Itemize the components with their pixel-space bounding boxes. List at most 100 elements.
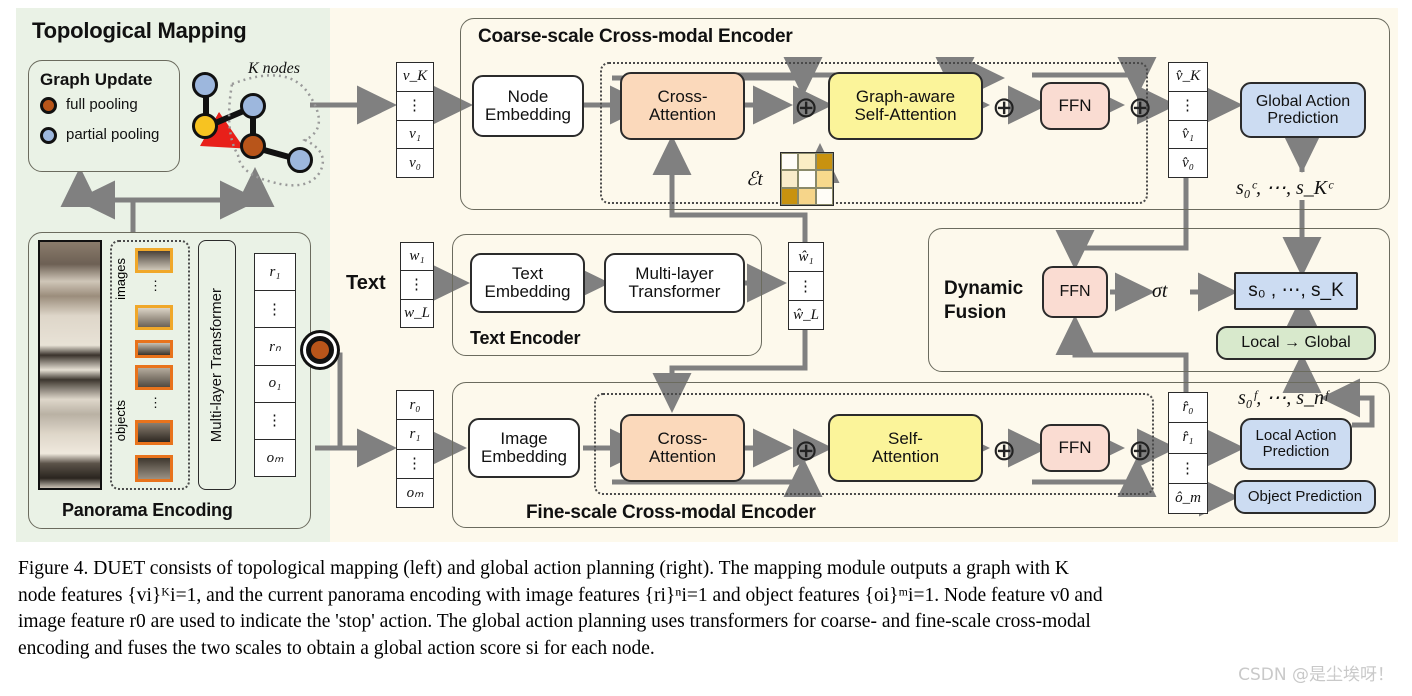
stack-cell: ⋮ — [255, 291, 295, 329]
fine-ffn-block: FFN — [1040, 424, 1110, 472]
fine-input-stack: r₀ r₁ ⋮ oₘ — [396, 390, 434, 508]
image-thumb-1 — [135, 248, 173, 273]
image-embedding-block: Image Embedding — [468, 418, 580, 478]
local-action-prediction-block: Local Action Prediction — [1240, 418, 1352, 470]
text-output-stack: ŵ₁ ⋮ ŵ_L — [788, 242, 824, 330]
stack-cell: ⋮ — [255, 403, 295, 440]
stack-cell: v̂₀ — [1182, 154, 1194, 171]
k-nodes-label: K nodes — [248, 60, 300, 77]
local-to-global-block: Local → Global — [1216, 326, 1376, 360]
global-action-prediction-block: Global Action Prediction — [1240, 82, 1366, 138]
fusion-ffn-block: FFN — [1042, 266, 1108, 318]
stack-cell: r̂₁ — [1169, 423, 1207, 454]
image-thumb-ellipsis: ⋮ — [149, 278, 162, 293]
fused-scores-block: s₀ , ⋯, s_K — [1234, 272, 1358, 310]
coarse-add-3: ⊕ — [1128, 92, 1153, 124]
fine-encoder-title: Fine-scale Cross-modal Encoder — [526, 502, 816, 523]
graph-node-current — [192, 113, 218, 139]
object-thumb-ellipsis: ⋮ — [149, 395, 162, 410]
graph-node-partial-2 — [240, 93, 266, 119]
full-pooling-dot — [40, 97, 57, 114]
partial-pooling-label: partial pooling — [66, 126, 160, 143]
coarse-ffn-block: FFN — [1040, 82, 1110, 130]
dynamic-fusion-title-2: Fusion — [944, 302, 1007, 323]
fine-add-1: ⊕ — [794, 435, 819, 467]
text-encoder-title: Text Encoder — [470, 328, 581, 348]
stack-cell: w₁ — [401, 243, 433, 272]
object-prediction-block: Object Prediction — [1234, 480, 1376, 514]
edge-matrix — [780, 152, 834, 206]
stack-cell: r₀ — [397, 391, 433, 421]
sigma-label: σt — [1152, 280, 1168, 302]
figure-caption: Figure 4. DUET consists of topological m… — [18, 556, 1396, 662]
stack-cell: ⋮ — [1169, 454, 1207, 484]
graph-aware-self-attention-block: Graph-aware Self-Attention — [828, 72, 983, 140]
topological-mapping-title: Topological Mapping — [32, 18, 247, 43]
object-thumb-2 — [135, 365, 173, 390]
stack-cell: v₁ — [397, 121, 433, 150]
full-pooling-label: full pooling — [66, 96, 138, 113]
caption-line: encoding and fuses the two scales to obt… — [18, 637, 655, 659]
fine-scores-label: s₀ᶠ, ⋯, s_nᶠ — [1238, 387, 1328, 409]
stack-cell: r₁ — [255, 254, 295, 292]
text-input-label: Text — [346, 272, 386, 294]
panorama-encoding-title: Panorama Encoding — [62, 500, 233, 520]
stack-cell: v₀ — [409, 154, 421, 171]
coarse-add-1: ⊕ — [794, 92, 819, 124]
multi-layer-transformer-block: Multi-layer Transformer — [604, 253, 745, 313]
stack-cell: v̂₁ — [1169, 121, 1207, 150]
stack-cell: ⋮ — [397, 450, 433, 479]
panorama-strip — [38, 240, 102, 490]
fine-self-attention-block: Self- Attention — [828, 414, 983, 482]
stack-cell: ŵ_L — [793, 306, 819, 323]
stack-cell: v̂_K — [1169, 63, 1207, 92]
fine-add-2: ⊕ — [992, 435, 1017, 467]
text-input-stack: w₁ ⋮ w_L — [400, 242, 434, 328]
fine-output-stack: r̂₀ r̂₁ ⋮ ô_m — [1168, 392, 1208, 514]
fine-add-3: ⊕ — [1128, 435, 1153, 467]
graph-node-full — [240, 133, 266, 159]
stack-cell: ô_m — [1175, 489, 1201, 506]
junction-node — [306, 336, 334, 364]
figure-diagram: Topological Mapping Graph Update full po… — [0, 0, 1412, 543]
caption-line: node features {vi}ᴷi=1, and the current … — [18, 584, 1103, 606]
panorama-output-stack: r₁ ⋮ rₙ o₁ ⋮ oₘ — [254, 253, 296, 477]
coarse-add-2: ⊕ — [992, 92, 1017, 124]
stack-cell: v_K — [397, 63, 433, 92]
image-thumb-2 — [135, 305, 173, 330]
edge-matrix-label: ℰt — [746, 169, 763, 190]
node-embedding-block: Node Embedding — [472, 75, 584, 137]
stack-cell: rₙ — [255, 328, 295, 366]
caption-line: Figure 4. DUET consists of topological m… — [18, 558, 1070, 579]
partial-pooling-dot — [40, 127, 57, 144]
coarse-output-stack: v̂_K ⋮ v̂₁ v̂₀ — [1168, 62, 1208, 178]
dynamic-fusion-title-1: Dynamic — [944, 278, 1024, 299]
watermark: CSDN @是尘埃呀！ — [1238, 665, 1394, 685]
stack-cell: o₁ — [255, 366, 295, 403]
text-embedding-block: Text Embedding — [470, 253, 585, 313]
stack-cell: ⋮ — [397, 92, 433, 121]
stack-cell: ŵ₁ — [789, 243, 823, 272]
coarse-encoder-title: Coarse-scale Cross-modal Encoder — [478, 26, 793, 47]
stack-cell: oₘ — [406, 485, 424, 502]
coarse-cross-attention-block: Cross- Attention — [620, 72, 745, 140]
stack-cell: oₘ — [266, 450, 284, 467]
stack-cell: r₁ — [397, 420, 433, 450]
images-label: images — [113, 258, 128, 300]
object-thumb-1 — [135, 340, 173, 358]
stack-cell: ⋮ — [789, 272, 823, 301]
objects-label: objects — [113, 400, 128, 442]
graph-node-partial-3 — [287, 147, 313, 173]
object-thumb-3 — [135, 420, 173, 445]
panorama-transformer: Multi-layer Transformer — [198, 240, 236, 490]
stack-cell: ⋮ — [1169, 92, 1207, 121]
object-thumb-4 — [135, 455, 173, 482]
graph-update-title: Graph Update — [40, 70, 153, 89]
caption-line: image feature r0 are used to indicate th… — [18, 611, 1091, 633]
stack-cell: ⋮ — [401, 271, 433, 300]
coarse-scores-label: s₀ᶜ, ⋯, s_Kᶜ — [1236, 177, 1333, 199]
coarse-input-stack: v_K ⋮ v₁ v₀ — [396, 62, 434, 178]
fine-cross-attention-block: Cross- Attention — [620, 414, 745, 482]
graph-node-partial-1 — [192, 72, 218, 98]
stack-cell: r̂₀ — [1169, 393, 1207, 424]
